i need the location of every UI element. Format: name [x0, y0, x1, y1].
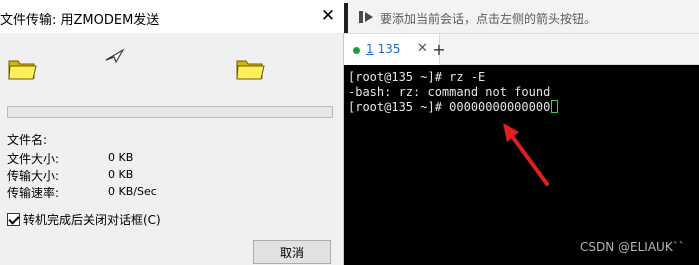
transferred-size-label: 传输大小:	[7, 169, 60, 183]
tab-session-135[interactable]: 1 135 ✕	[344, 34, 440, 65]
folder-icon	[236, 60, 265, 80]
session-arrow-icon[interactable]	[359, 11, 373, 23]
dialog-title: 文件传输: 用ZMODEM发送	[0, 13, 160, 28]
transfer-progress-bar	[7, 106, 333, 118]
transferred-size-value: 0 KB	[108, 168, 134, 181]
file-size-value: 0 KB	[108, 151, 134, 164]
terminal-line: -bash: rz: command not found	[348, 85, 551, 99]
close-icon[interactable]: ✕	[318, 5, 338, 27]
terminal-line-text: [root@135 ~]# 00000000000000	[348, 100, 551, 114]
panel-edge	[344, 3, 348, 33]
session-tab-bar: 1 135 ✕ +	[344, 34, 699, 65]
connected-status-icon	[353, 47, 360, 54]
folder-icon	[8, 60, 37, 80]
close-after-transfer-label: 转机完成后关闭对话框(C)	[23, 212, 161, 227]
terminal-line: [root@135 ~]# 00000000000000	[348, 100, 559, 114]
checkbox-checked-icon[interactable]	[7, 212, 20, 226]
session-hint-bar: 要添加当前会话，点击左侧的箭头按钮。	[344, 0, 699, 34]
zmodem-dialog: 文件传输: 用ZMODEM发送 ✕ 文件名: 文件大小: 0 KB 传输大小: …	[0, 0, 344, 265]
transfer-rate-label: 传输速率:	[7, 186, 60, 200]
file-size-label: 文件大小:	[7, 152, 60, 166]
annotation-arrow	[503, 123, 549, 186]
tab-label: 1 135	[366, 42, 400, 56]
watermark-text: CSDN @ELIAUK``	[580, 240, 685, 254]
annotation-arrow-shaft	[507, 130, 549, 186]
tab-close-icon[interactable]: ✕	[417, 41, 428, 56]
transfer-rate-value: 0 KB/Sec	[108, 185, 157, 198]
tab-name: 135	[373, 42, 401, 56]
terminal-cursor	[551, 100, 559, 113]
cancel-button[interactable]: 取消	[253, 240, 331, 264]
terminal-line: [root@135 ~]# rz -E	[348, 70, 486, 84]
paper-plane-icon	[105, 48, 125, 64]
filename-label: 文件名:	[7, 133, 48, 147]
tab-index: 1	[366, 42, 374, 56]
session-hint-text: 要添加当前会话，点击左侧的箭头按钮。	[380, 12, 597, 26]
new-tab-button[interactable]: +	[428, 39, 450, 61]
dialog-titlebar: 文件传输: 用ZMODEM发送 ✕	[0, 0, 344, 33]
close-after-transfer-checkbox[interactable]: 转机完成后关闭对话框(C)	[7, 211, 161, 227]
